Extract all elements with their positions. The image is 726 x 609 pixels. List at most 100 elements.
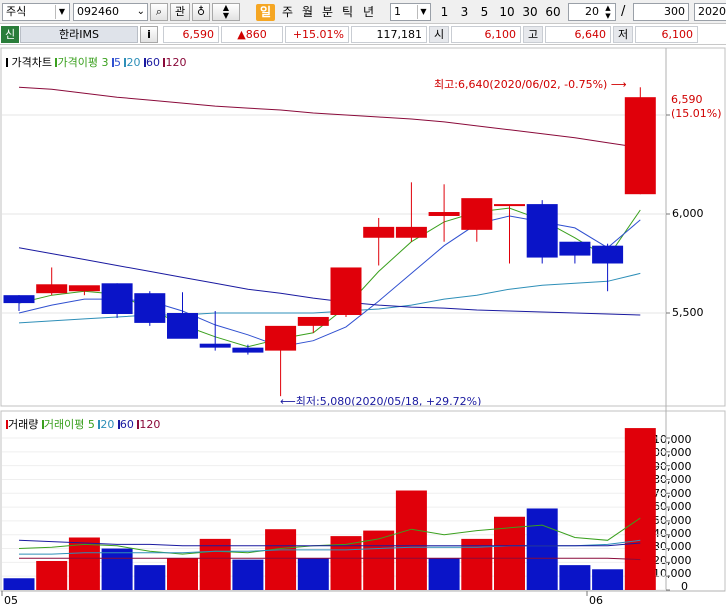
volume-bar (36, 560, 68, 590)
volume-bar (559, 565, 591, 590)
max-price-text: 최고:6,640(2020/06/02, -0.75%) (434, 78, 608, 91)
link-button[interactable]: ♁ (192, 3, 210, 21)
interval-30[interactable]: 30 (519, 4, 541, 21)
interval-3[interactable]: 3 (455, 4, 474, 21)
stock-code-input[interactable]: 092460 ⌄ (73, 3, 148, 21)
interval-60[interactable]: 60 (542, 4, 564, 21)
period-day[interactable]: 일 (256, 4, 275, 21)
legend-marker (6, 58, 8, 67)
stock-name: 한라IMS (20, 26, 138, 43)
volume-legend-ma-5: 5 (87, 418, 95, 431)
total-count-input[interactable]: 300 (633, 3, 689, 21)
volume-bar (592, 569, 624, 590)
volume-legend-ma-120: 120 (139, 418, 161, 431)
stock-code-value: 092460 (77, 5, 119, 18)
volume-ma-title: 거래이평 (43, 418, 85, 431)
volume-tick-20000: 20,000 (653, 554, 692, 567)
period-month[interactable]: 월 (298, 4, 317, 21)
price-ma-title: 가격이평 (57, 56, 98, 69)
quote-bar: 신 한라IMS i 6,590 ▲860 +15.01% 117,181 시 6… (0, 24, 726, 45)
volume-legend-ma-60: 60 (119, 418, 134, 431)
count-separator: / (621, 4, 626, 19)
display-count-input[interactable]: 20 ▲ ▼ (568, 3, 616, 21)
volume-bar (461, 538, 493, 590)
volume-bar (134, 565, 166, 590)
open-label: 시 (429, 26, 449, 43)
high-value: 6,640 (545, 26, 611, 43)
volume-bar (3, 578, 35, 590)
unit-select[interactable]: 1 ▼ (390, 3, 431, 21)
market-select[interactable]: 주식 ▼ (2, 3, 70, 21)
low-label: 저 (613, 26, 633, 43)
count-stepper-icon: ▲ ▼ (605, 4, 611, 20)
chevron-down-icon: ▼ (55, 5, 68, 19)
volume-tick-30000: 30,000 (653, 540, 692, 553)
max-price-annotation: 최고:6,640(2020/06/02, -0.75%) ⟶ (434, 76, 627, 92)
search-icon: ⌕ (155, 5, 163, 18)
candle-up (395, 226, 427, 238)
candle-up (363, 226, 395, 238)
price-panel-title: 가격차트 (11, 56, 52, 69)
volume-bar (297, 558, 329, 590)
interval-5[interactable]: 5 (475, 4, 494, 21)
low-value: 6,100 (635, 26, 698, 43)
candle-up (624, 97, 656, 195)
price-ma-120-line (18, 86, 641, 149)
volume-ma-5-line (18, 517, 641, 555)
volume-bar (526, 508, 558, 590)
volume-legend-ma-20: 20 (100, 418, 115, 431)
volume-tick-40000: 40,000 (653, 527, 692, 540)
volume-bar (428, 558, 460, 590)
total-count-value: 300 (664, 5, 685, 18)
link-icon: ♁ (196, 5, 206, 18)
volume-bar (494, 516, 525, 590)
interval-10[interactable]: 10 (496, 4, 518, 21)
prev-next-stepper[interactable]: ▲ ▼ (212, 3, 240, 21)
legend-ma-120: 120 (165, 56, 187, 69)
period-minute[interactable]: 분 (318, 4, 337, 21)
price-change: ▲860 (221, 26, 283, 43)
x-label-june: 06 (589, 594, 603, 607)
info-button[interactable]: i (140, 26, 158, 43)
candle-down (199, 343, 231, 348)
volume-bar (232, 559, 264, 590)
candle-down (101, 283, 133, 314)
volume-panel-title: 거래량 (8, 418, 39, 431)
candle-down (592, 245, 624, 264)
search-button[interactable]: ⌕ (150, 3, 168, 21)
legend-ma-3: 3 (101, 56, 109, 69)
candle-up (330, 267, 362, 315)
info-icon: i (147, 28, 151, 41)
volume-bar (265, 529, 297, 590)
candle-down (3, 295, 35, 304)
volume-tick-110000: 110,000 (646, 433, 692, 446)
arrow-down-icon: ▼ (222, 11, 230, 20)
candle-up (36, 284, 68, 294)
legend-ma-5: 5 (113, 56, 121, 69)
display-count-value: 20 (585, 5, 599, 18)
period-tick[interactable]: 틱 (338, 4, 357, 21)
date-input[interactable]: 2020/ (694, 3, 726, 21)
chevron-down-icon: ⌄ (136, 6, 145, 17)
unit-select-value: 1 (394, 5, 401, 18)
candle-up (265, 325, 297, 351)
volume-ma-120-line (19, 557, 641, 561)
volume-tick-80000: 80,000 (653, 473, 692, 486)
interval-1[interactable]: 1 (435, 4, 454, 21)
last-change-label: (15.01%) (671, 107, 722, 120)
watchlist-button[interactable]: 관 (170, 3, 190, 21)
candle-up (68, 285, 100, 292)
min-price-annotation: ⟵최저:5,080(2020/05/18, +29.72%) (280, 393, 481, 409)
market-select-value: 주식 (6, 5, 27, 18)
volume-tick-90000: 90,000 (653, 460, 692, 473)
period-year[interactable]: 년 (359, 4, 378, 21)
candle-down (134, 293, 166, 323)
volume-bar (395, 490, 427, 590)
period-week[interactable]: 주 (278, 4, 297, 21)
price-tick-6000: 6,000 (672, 207, 704, 220)
last-price-label: 6,590 (671, 93, 703, 106)
candle-up (297, 316, 329, 326)
current-price: 6,590 (163, 26, 219, 43)
price-ma-5-line (18, 215, 641, 348)
price-panel-frame (0, 47, 726, 407)
